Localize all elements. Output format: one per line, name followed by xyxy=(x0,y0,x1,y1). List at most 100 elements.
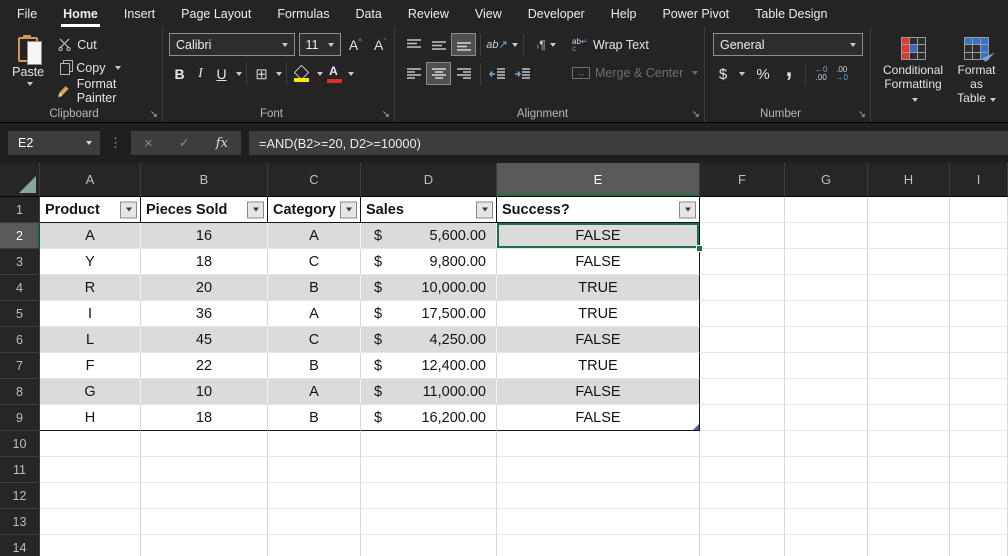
cell-d7[interactable]: $12,400.00 xyxy=(361,353,497,379)
cell-c7[interactable]: B xyxy=(268,353,361,379)
cell-f14[interactable] xyxy=(700,535,785,556)
cell-e7[interactable]: TRUE xyxy=(497,353,700,379)
cell-b9[interactable]: 18 xyxy=(141,405,268,431)
tab-formulas[interactable]: Formulas xyxy=(264,0,342,27)
row-header-4[interactable]: 4 xyxy=(0,275,40,301)
cell-f5[interactable] xyxy=(700,301,785,327)
cell-f1[interactable] xyxy=(700,197,785,223)
cell-a9[interactable]: H xyxy=(40,405,141,431)
column-header-i[interactable]: I xyxy=(950,163,1008,197)
cell-c8[interactable]: A xyxy=(268,379,361,405)
row-header-12[interactable]: 12 xyxy=(0,483,40,509)
cell-i3[interactable] xyxy=(950,249,1008,275)
cell-f4[interactable] xyxy=(700,275,785,301)
cell-g13[interactable] xyxy=(785,509,868,535)
cell-h6[interactable] xyxy=(868,327,950,353)
column-header-e[interactable]: E xyxy=(497,163,700,197)
cell-d6[interactable]: $4,250.00 xyxy=(361,327,497,353)
fill-handle[interactable] xyxy=(696,245,703,252)
cell-b5[interactable]: 36 xyxy=(141,301,268,327)
row-header-6[interactable]: 6 xyxy=(0,327,40,353)
cell-i4[interactable] xyxy=(950,275,1008,301)
cell-b4[interactable]: 20 xyxy=(141,275,268,301)
cell-h11[interactable] xyxy=(868,457,950,483)
filter-button-d1[interactable] xyxy=(476,201,493,218)
row-header-14[interactable]: 14 xyxy=(0,535,40,556)
row-header-11[interactable]: 11 xyxy=(0,457,40,483)
cell-g10[interactable] xyxy=(785,431,868,457)
cell-b13[interactable] xyxy=(141,509,268,535)
cell-a11[interactable] xyxy=(40,457,141,483)
cell-g6[interactable] xyxy=(785,327,868,353)
cell-a6[interactable]: L xyxy=(40,327,141,353)
cell-b7[interactable]: 22 xyxy=(141,353,268,379)
cell-h3[interactable] xyxy=(868,249,950,275)
enter-button[interactable]: ✓ xyxy=(179,135,190,151)
cell-c9[interactable]: B xyxy=(268,405,361,431)
cell-g1[interactable] xyxy=(785,197,868,223)
cell-g9[interactable] xyxy=(785,405,868,431)
cell-a4[interactable]: R xyxy=(40,275,141,301)
cell-a10[interactable] xyxy=(40,431,141,457)
cell-d14[interactable] xyxy=(361,535,497,556)
comma-style-button[interactable]: , xyxy=(779,57,799,85)
percent-style-button[interactable]: % xyxy=(753,63,773,85)
cell-c1[interactable]: Category xyxy=(268,197,361,223)
cell-c6[interactable]: C xyxy=(268,327,361,353)
cell-e3[interactable]: FALSE xyxy=(497,249,700,275)
cell-i7[interactable] xyxy=(950,353,1008,379)
column-header-c[interactable]: C xyxy=(268,163,361,197)
cell-c14[interactable] xyxy=(268,535,361,556)
cell-i10[interactable] xyxy=(950,431,1008,457)
cell-i13[interactable] xyxy=(950,509,1008,535)
cell-f12[interactable] xyxy=(700,483,785,509)
cell-b8[interactable]: 10 xyxy=(141,379,268,405)
align-top-button[interactable] xyxy=(401,33,426,56)
cell-a14[interactable] xyxy=(40,535,141,556)
cell-e11[interactable] xyxy=(497,457,700,483)
cancel-button[interactable]: × xyxy=(144,135,153,152)
cell-b3[interactable]: 18 xyxy=(141,249,268,275)
cell-e10[interactable] xyxy=(497,431,700,457)
cell-d3[interactable]: $9,800.00 xyxy=(361,249,497,275)
cell-g8[interactable] xyxy=(785,379,868,405)
align-left-button[interactable] xyxy=(401,62,426,85)
cell-a2[interactable]: A xyxy=(40,223,141,249)
cell-f2[interactable] xyxy=(700,223,785,249)
cell-b6[interactable]: 45 xyxy=(141,327,268,353)
align-bottom-button[interactable] xyxy=(451,33,476,56)
fill-color-button[interactable] xyxy=(291,63,313,85)
alignment-dialog-launcher-icon[interactable]: ↘ xyxy=(692,109,700,120)
row-header-13[interactable]: 13 xyxy=(0,509,40,535)
italic-button[interactable]: I xyxy=(190,63,211,85)
increase-decimal-button[interactable]: ←0.00 xyxy=(812,65,830,83)
cell-h12[interactable] xyxy=(868,483,950,509)
name-box[interactable]: E2 xyxy=(8,131,100,155)
cell-h5[interactable] xyxy=(868,301,950,327)
cell-i6[interactable] xyxy=(950,327,1008,353)
tab-home[interactable]: Home xyxy=(50,0,111,27)
cell-d5[interactable]: $17,500.00 xyxy=(361,301,497,327)
row-header-8[interactable]: 8 xyxy=(0,379,40,405)
cell-a5[interactable]: I xyxy=(40,301,141,327)
column-header-g[interactable]: G xyxy=(785,163,868,197)
align-center-button[interactable] xyxy=(426,62,451,85)
cell-e4[interactable]: TRUE xyxy=(497,275,700,301)
cell-i1[interactable] xyxy=(950,197,1008,223)
cell-g7[interactable] xyxy=(785,353,868,379)
cell-a3[interactable]: Y xyxy=(40,249,141,275)
tab-review[interactable]: Review xyxy=(395,0,462,27)
tab-view[interactable]: View xyxy=(462,0,515,27)
cell-b12[interactable] xyxy=(141,483,268,509)
cell-i8[interactable] xyxy=(950,379,1008,405)
cell-e9[interactable]: FALSE xyxy=(497,405,700,431)
align-middle-button[interactable] xyxy=(426,33,451,56)
column-header-b[interactable]: B xyxy=(141,163,268,197)
tab-data[interactable]: Data xyxy=(342,0,394,27)
cell-c12[interactable] xyxy=(268,483,361,509)
cell-a13[interactable] xyxy=(40,509,141,535)
cell-e13[interactable] xyxy=(497,509,700,535)
cell-c10[interactable] xyxy=(268,431,361,457)
row-header-5[interactable]: 5 xyxy=(0,301,40,327)
cell-b14[interactable] xyxy=(141,535,268,556)
